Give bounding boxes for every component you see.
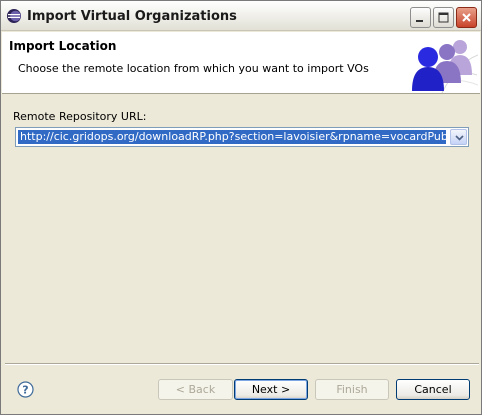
window-title: Import Virtual Organizations (27, 9, 237, 24)
next-button[interactable]: Next > (234, 379, 308, 400)
finish-button[interactable]: Finish (315, 379, 389, 400)
import-dialog: Import Virtual Organizations Import Loca… (0, 0, 482, 415)
remote-url-label: Remote Repository URL: (13, 110, 147, 123)
users-group-icon (412, 40, 478, 93)
maximize-button[interactable] (433, 7, 454, 28)
title-bar: Import Virtual Organizations (1, 1, 481, 31)
eclipse-icon (7, 9, 21, 23)
help-icon[interactable]: ? (17, 381, 34, 398)
remote-url-value[interactable]: http://cic.gridops.org/downloadRP.php?se… (18, 130, 446, 144)
dropdown-button[interactable] (450, 129, 467, 145)
back-button[interactable]: < Back (158, 379, 233, 400)
page-description: Choose the remote location from which yo… (18, 62, 369, 75)
maximize-icon (438, 12, 449, 23)
wizard-header: Import Location Choose the remote locati… (2, 32, 480, 94)
svg-text:?: ? (22, 384, 28, 397)
page-title: Import Location (9, 39, 117, 53)
cancel-button[interactable]: Cancel (396, 379, 470, 400)
chevron-down-icon (455, 135, 464, 141)
footer-divider (5, 363, 479, 365)
close-button[interactable] (456, 7, 477, 28)
minimize-button[interactable] (410, 7, 431, 28)
remote-url-combobox[interactable]: http://cic.gridops.org/downloadRP.php?se… (15, 127, 469, 147)
close-icon (462, 13, 471, 22)
minimize-icon (416, 20, 423, 22)
